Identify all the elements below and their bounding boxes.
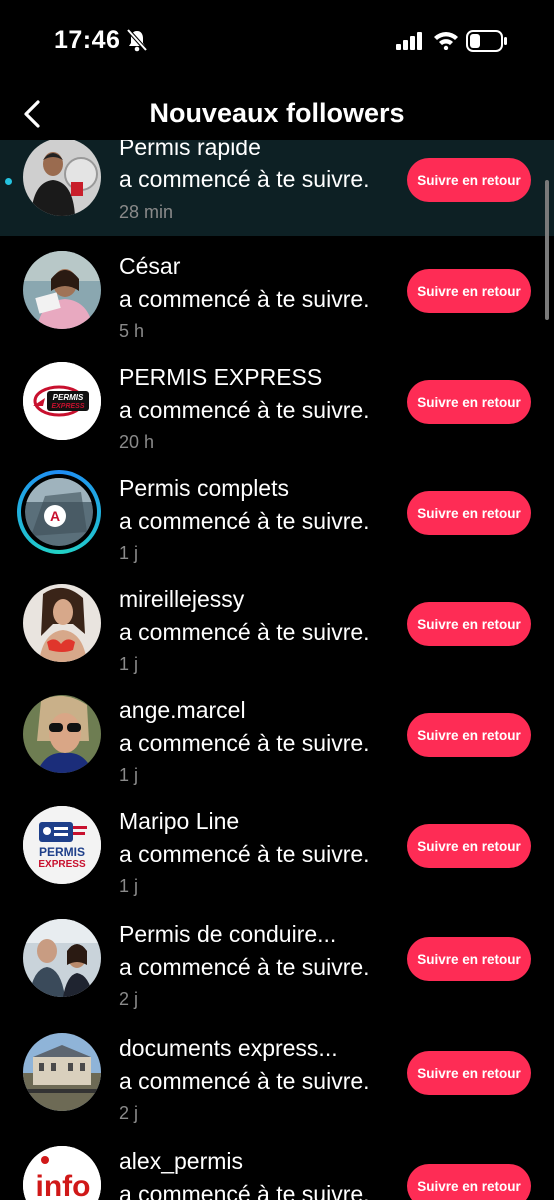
time-ago: 1 j (119, 543, 139, 563)
status-time: 17:46 (54, 26, 121, 54)
avatar[interactable] (23, 695, 101, 773)
follower-name[interactable]: documents express... (119, 1035, 338, 1062)
follow-back-button[interactable]: Suivre en retour (407, 158, 531, 202)
follower-name[interactable]: Permis rapide (119, 140, 261, 161)
list-item[interactable]: Permis rapide a commencé à te suivre. 28… (0, 140, 554, 236)
follow-back-button[interactable]: Suivre en retour (407, 713, 531, 757)
list-item[interactable]: A Permis complets a commencé à te suivre… (0, 465, 554, 569)
list-item[interactable]: info alex_permis a commencé à te suivre.… (0, 1138, 554, 1200)
battery-icon (466, 30, 508, 57)
follow-message: a commencé à te suivre. (119, 166, 370, 192)
scrollbar[interactable] (545, 180, 549, 320)
logo-text: PERMIS (39, 845, 85, 859)
time-ago: 2 j (119, 989, 139, 1009)
follow-back-button[interactable]: Suivre en retour (407, 937, 531, 981)
list-item[interactable]: Permis de conduire... a commencé à te su… (0, 911, 554, 1015)
follow-back-button[interactable]: Suivre en retour (407, 1164, 531, 1200)
follow-back-button[interactable]: Suivre en retour (407, 824, 531, 868)
wifi-icon (433, 30, 459, 55)
follow-back-button[interactable]: Suivre en retour (407, 602, 531, 646)
follower-name[interactable]: ange.marcel (119, 697, 246, 724)
follower-name[interactable]: César (119, 253, 180, 280)
follow-back-button[interactable]: Suivre en retour (407, 491, 531, 535)
follower-name[interactable]: PERMIS EXPRESS (119, 364, 322, 391)
time-ago: 28 min (119, 202, 174, 222)
list-item[interactable]: César a commencé à te suivre. 5 h Suivre… (0, 243, 554, 347)
silent-bell-icon (126, 28, 148, 57)
follower-name[interactable]: Permis de conduire... (119, 921, 336, 948)
time-ago: 1 j (119, 876, 139, 896)
page-title: Nouveaux followers (149, 98, 405, 128)
list-item[interactable]: documents express... a commencé à te sui… (0, 1025, 554, 1129)
avatar[interactable]: PERMIS EXPRESS (23, 362, 101, 440)
follower-name[interactable]: Permis complets (119, 475, 289, 502)
logo-text: info (36, 1170, 91, 1200)
time-ago: 20 h (119, 432, 155, 452)
follow-message: a commencé à te suivre. (119, 508, 370, 534)
follow-message: a commencé à te suivre. (119, 286, 370, 312)
cellular-signal-icon (396, 32, 424, 55)
follower-name[interactable]: mireillejessy (119, 586, 244, 613)
unread-dot (5, 178, 12, 185)
list-item[interactable]: mireillejessy a commencé à te suivre. 1 … (0, 576, 554, 680)
follow-back-button[interactable]: Suivre en retour (407, 269, 531, 313)
avatar[interactable] (23, 251, 101, 329)
logo-text: EXPRESS (38, 859, 86, 870)
list-item[interactable]: PERMIS EXPRESS Maripo Line a commencé à … (0, 798, 554, 902)
follow-back-button[interactable]: Suivre en retour (407, 380, 531, 424)
followers-list[interactable]: Permis rapide a commencé à te suivre. 28… (0, 140, 554, 1200)
logo-text: EXPRESS (51, 403, 84, 410)
follow-message: a commencé à te suivre. (119, 1181, 370, 1200)
follow-message: a commencé à te suivre. (119, 730, 370, 756)
follow-message: a commencé à te suivre. (119, 841, 370, 867)
follow-message: a commencé à te suivre. (119, 397, 370, 423)
logo-text: PERMIS (53, 393, 84, 402)
list-item[interactable]: PERMIS EXPRESS PERMIS EXPRESS a commencé… (0, 354, 554, 458)
logo-text: A (50, 508, 60, 524)
follow-back-button[interactable]: Suivre en retour (407, 1051, 531, 1095)
avatar[interactable]: PERMIS EXPRESS (23, 806, 101, 884)
follow-message: a commencé à te suivre. (119, 1068, 370, 1094)
time-ago: 5 h (119, 321, 145, 341)
avatar[interactable] (23, 584, 101, 662)
status-bar: 17:46 (0, 0, 554, 84)
time-ago: 2 j (119, 1103, 139, 1123)
top-bar: Nouveaux followers (0, 84, 554, 144)
list-item[interactable]: ange.marcel a commencé à te suivre. 1 j … (0, 687, 554, 791)
story-ring[interactable]: A (17, 470, 101, 554)
follower-name[interactable]: alex_permis (119, 1148, 243, 1175)
follow-message: a commencé à te suivre. (119, 619, 370, 645)
avatar[interactable] (23, 140, 101, 216)
time-ago: 1 j (119, 765, 139, 785)
time-ago: 1 j (119, 654, 139, 674)
avatar[interactable] (23, 1033, 101, 1111)
follow-message: a commencé à te suivre. (119, 954, 370, 980)
avatar[interactable] (23, 919, 101, 997)
follower-name[interactable]: Maripo Line (119, 808, 239, 835)
avatar[interactable]: info (23, 1146, 101, 1200)
